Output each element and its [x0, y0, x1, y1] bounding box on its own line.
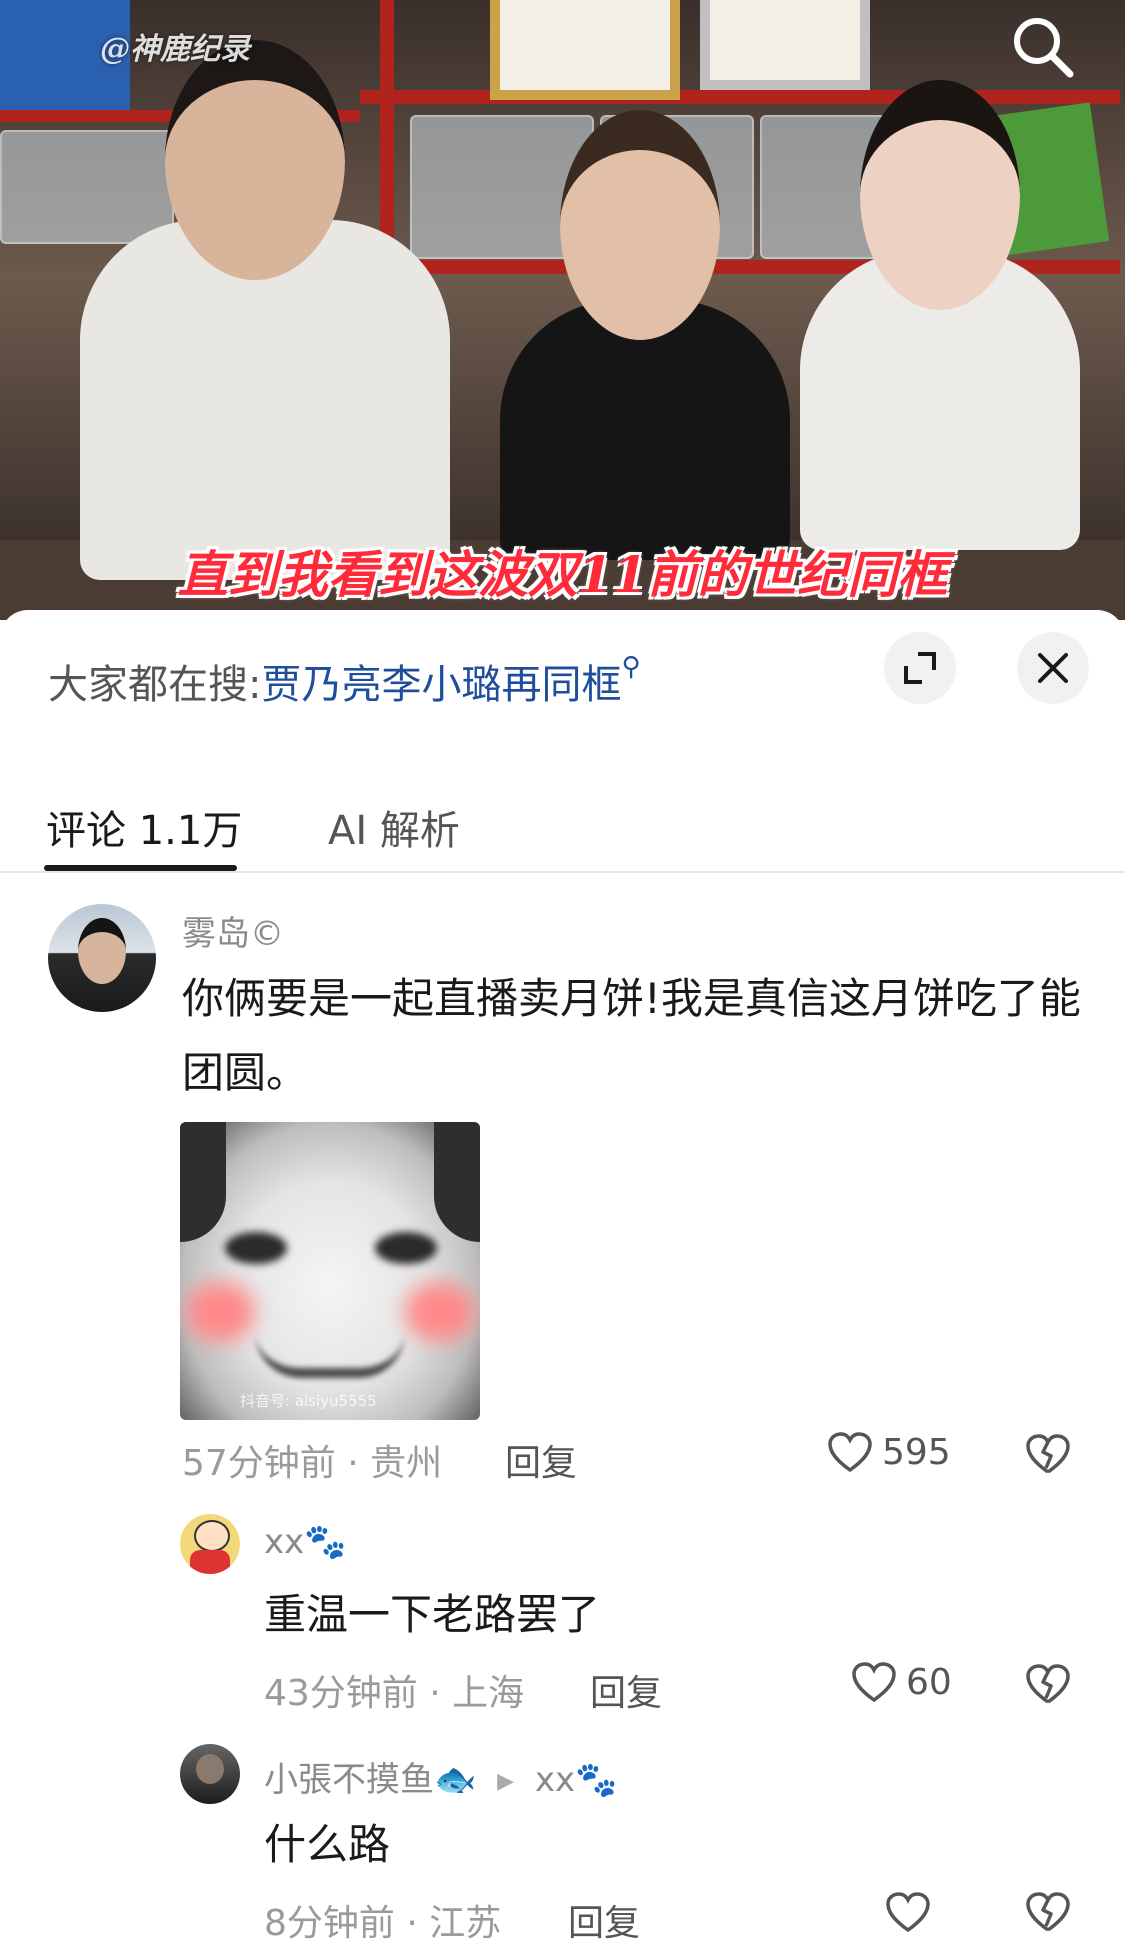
avatar[interactable]	[180, 1744, 240, 1804]
dislike-button[interactable]	[1024, 1432, 1072, 1480]
person-middle-head	[560, 110, 720, 340]
close-icon	[1038, 653, 1068, 683]
hot-search-prefix: 大家都在搜:	[48, 662, 262, 708]
hot-search-bar[interactable]: 大家都在搜:贾乃亮李小璐再同框⚲	[48, 652, 641, 710]
hot-search-keyword[interactable]: 贾乃亮李小璐再同框	[261, 662, 621, 708]
avatar-face	[78, 918, 126, 984]
tab-bar: 评论 1.1万 AI 解析	[0, 780, 1125, 870]
sticker-eye	[375, 1232, 437, 1264]
comment-text: 你俩要是一起直播卖月饼!我是真信这月饼吃了能团圆。	[182, 974, 1081, 1097]
search-icon	[1014, 18, 1074, 78]
divider	[0, 871, 1125, 873]
avatar[interactable]	[48, 904, 156, 1012]
heart-icon	[828, 1432, 872, 1473]
dislike-button[interactable]	[1024, 1662, 1072, 1710]
shelf-frame	[360, 90, 1120, 104]
tab-ai-analysis[interactable]: AI 解析	[328, 798, 460, 856]
video-subtitle: 直到我看到这波双11前的世纪同框	[177, 545, 948, 604]
like-button[interactable]	[884, 1890, 932, 1938]
heart-icon	[852, 1662, 896, 1703]
comment-username[interactable]: 小張不摸鱼🐟 ▶ xx🐾	[264, 1752, 617, 1801]
like-count: 60	[906, 1661, 952, 1703]
dislike-button[interactable]	[1024, 1890, 1072, 1938]
reply-target[interactable]: xx🐾	[535, 1760, 618, 1800]
like-button[interactable]: 595	[826, 1430, 951, 1474]
comment-meta: 8分钟前 · 江苏	[264, 1903, 502, 1944]
expand-button[interactable]	[884, 632, 956, 704]
sticker-ear	[180, 1122, 226, 1242]
avatar[interactable]	[180, 1514, 240, 1574]
heart-icon	[886, 1892, 930, 1933]
sticker-blush	[405, 1282, 475, 1342]
person-right-head	[860, 80, 1020, 310]
like-count: 595	[882, 1431, 951, 1473]
sticker-ear	[434, 1122, 480, 1242]
comment-sticker-image[interactable]: 抖音号: aisiyu5555	[180, 1122, 480, 1420]
search-small-icon: ⚲	[621, 652, 641, 682]
broken-heart-icon	[1026, 1892, 1070, 1932]
person-left-head	[165, 40, 345, 280]
sticker-mouth	[255, 1332, 405, 1378]
comment-text: 重温一下老路罢了	[264, 1590, 601, 1639]
comment-text: 什么路	[264, 1820, 391, 1869]
storage-bin	[0, 130, 174, 244]
picture-frame	[700, 0, 870, 90]
search-button[interactable]	[1008, 12, 1078, 82]
avatar-face	[194, 1520, 230, 1552]
comment-username[interactable]: xx🐾	[264, 1522, 347, 1562]
expand-icon	[904, 652, 936, 684]
video-watermark: @神鹿纪录	[100, 32, 250, 67]
sticker-eye	[225, 1232, 287, 1264]
comment-meta: 57分钟前 · 贵州	[182, 1443, 443, 1484]
reply-button[interactable]: 回复	[590, 1664, 662, 1716]
reply-button[interactable]: 回复	[505, 1434, 577, 1486]
sticker-blush	[185, 1282, 255, 1342]
reply-author[interactable]: 小張不摸鱼🐟	[264, 1760, 476, 1800]
avatar-shirt	[190, 1550, 230, 1574]
reply-button[interactable]: 回复	[568, 1894, 640, 1946]
video-player[interactable]: @神鹿纪录 直到我看到这波双11前的世纪同框	[0, 0, 1125, 620]
broken-heart-icon	[1026, 1434, 1070, 1474]
picture-frame	[490, 0, 680, 100]
reply-arrow-icon: ▶	[497, 1769, 515, 1794]
sticker-watermark: 抖音号: aisiyu5555	[240, 1392, 377, 1410]
close-button[interactable]	[1017, 632, 1089, 704]
broken-heart-icon	[1026, 1664, 1070, 1704]
avatar-face	[196, 1754, 224, 1784]
like-button[interactable]: 60	[850, 1660, 952, 1704]
comment-username[interactable]: 雾岛©	[182, 906, 284, 955]
tab-comments[interactable]: 评论 1.1万	[46, 798, 242, 856]
comment-meta: 43分钟前 · 上海	[264, 1673, 525, 1714]
